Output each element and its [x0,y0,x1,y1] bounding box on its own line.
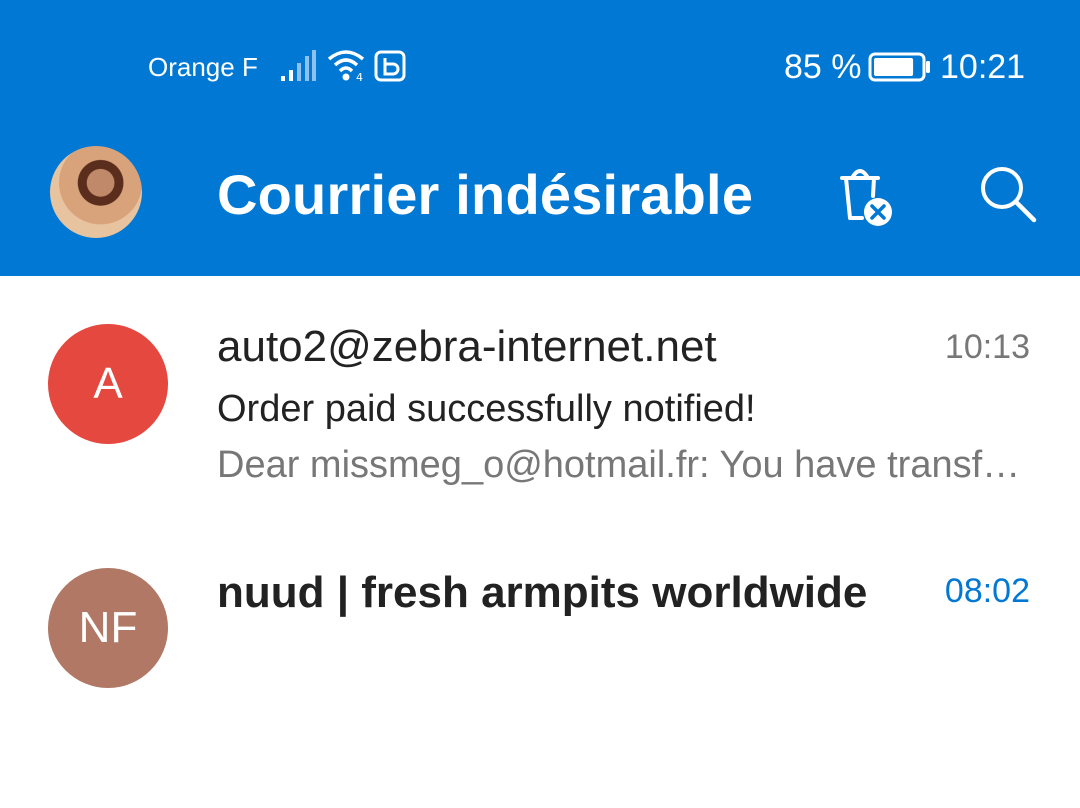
folder-title: Courrier indésirable [217,163,754,226]
message-item[interactable]: NF nuud | fresh armpits worldwide 08:02 [0,568,1080,808]
message-preview: Dear missmeg_o@hotmail.fr: You have tran… [217,444,1037,486]
message-item[interactable]: A auto2@zebra-internet.net 10:13 Order p… [0,276,1080,516]
sender-initials: A [93,359,123,408]
message-list: A auto2@zebra-internet.net 10:13 Order p… [0,276,1080,688]
sender-avatar: NF [48,568,168,688]
empty-junk-icon [840,169,892,226]
search-button[interactable] [976,162,1038,224]
message-time: 10:13 [944,328,1030,366]
message-subject: Order paid successfully notified! [217,388,756,430]
carrier-name: Orange F [148,52,258,82]
sender-name: auto2@zebra-internet.net [217,322,717,371]
app-header: Orange F 4 85 % 10:21 Courrier indésirab… [0,0,1080,276]
battery-percent: 85 % [784,48,862,86]
account-avatar[interactable] [50,146,142,238]
status-clock: 10:21 [940,48,1026,86]
message-time: 08:02 [944,572,1030,610]
sender-initials: NF [78,603,138,652]
sender-name: nuud | fresh armpits worldwide [217,568,868,617]
status-bar: Orange F 4 85 % 10:21 [0,0,1080,120]
battery-icon [868,52,930,82]
b-status-icon [374,50,406,82]
sender-avatar: A [48,324,168,444]
wifi-icon: 4 [327,50,365,82]
empty-junk-button[interactable] [828,156,900,228]
svg-text:4: 4 [356,71,363,82]
signal-icon [281,50,316,81]
search-icon [981,167,1037,223]
